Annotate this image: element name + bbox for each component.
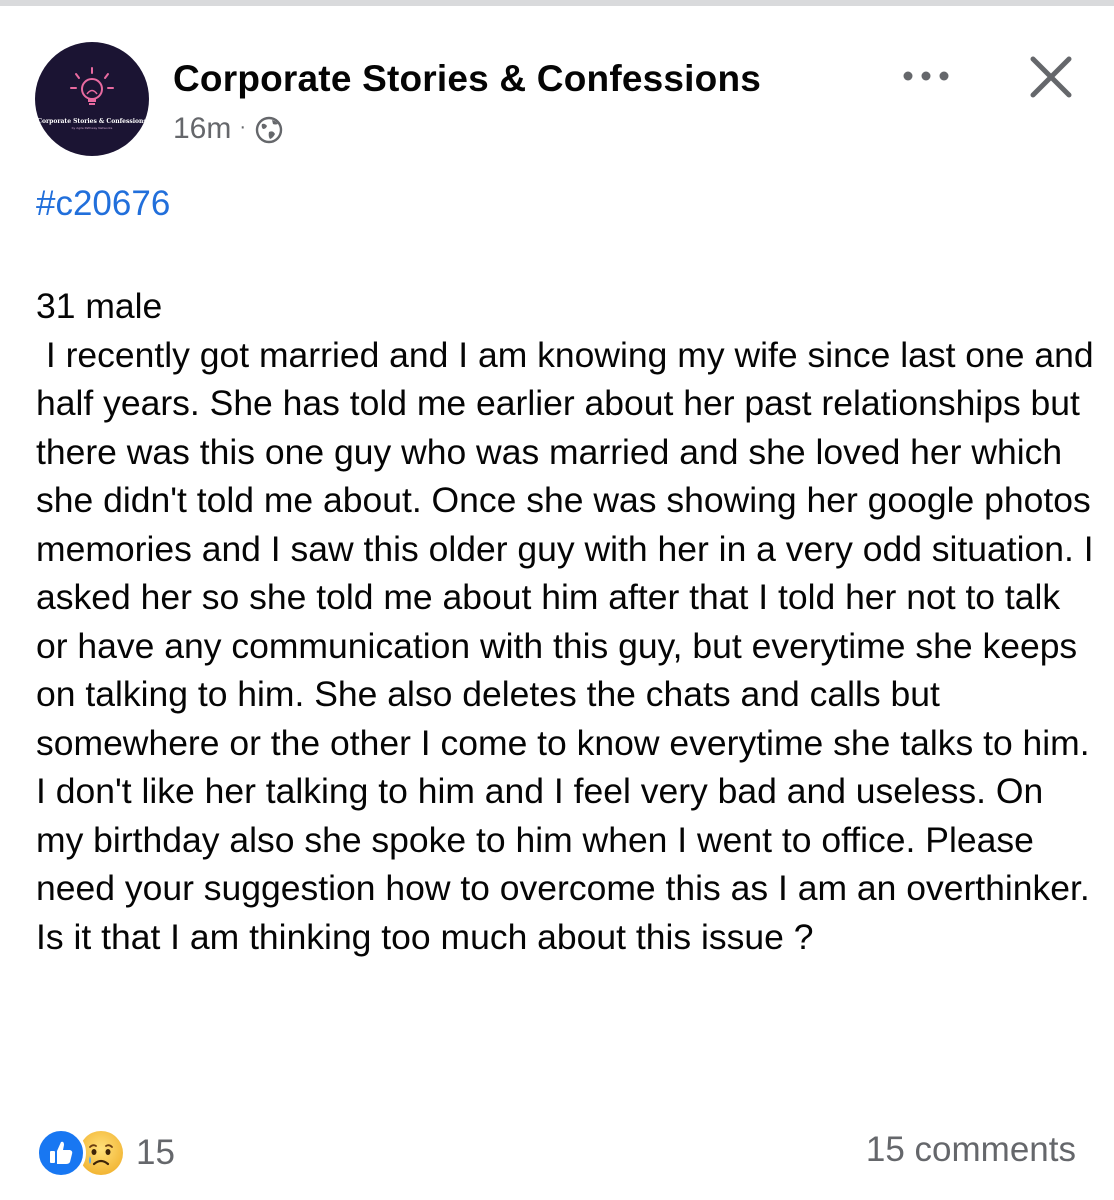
close-icon[interactable] <box>1028 54 1074 100</box>
page-avatar[interactable]: Corporate Stories & Confessions by Agile… <box>35 42 149 156</box>
reactions-summary[interactable]: 15 <box>36 1128 175 1178</box>
comments-count-link[interactable]: 15 comments <box>866 1130 1076 1170</box>
like-icon <box>36 1128 86 1178</box>
lightbulb-icon <box>70 67 114 105</box>
reaction-count: 15 <box>136 1133 175 1172</box>
more-options-icon[interactable] <box>896 54 956 98</box>
post-hashtag[interactable]: #c20676 <box>36 184 170 224</box>
post-timestamp[interactable]: 16m <box>173 112 231 146</box>
post-card: Corporate Stories & Confessions by Agile… <box>0 6 1114 1200</box>
avatar-logo-subtext: by Agile Pathway Networks <box>71 126 113 130</box>
avatar-logo-text: Corporate Stories & Confessions <box>37 118 147 125</box>
post-body-text: 31 male I recently got married and I am … <box>36 286 1094 957</box>
post-meta: 16m · <box>173 112 284 146</box>
page-name-link[interactable]: Corporate Stories & Confessions <box>173 58 761 100</box>
globe-icon[interactable] <box>254 115 284 145</box>
meta-separator: · <box>239 115 247 138</box>
